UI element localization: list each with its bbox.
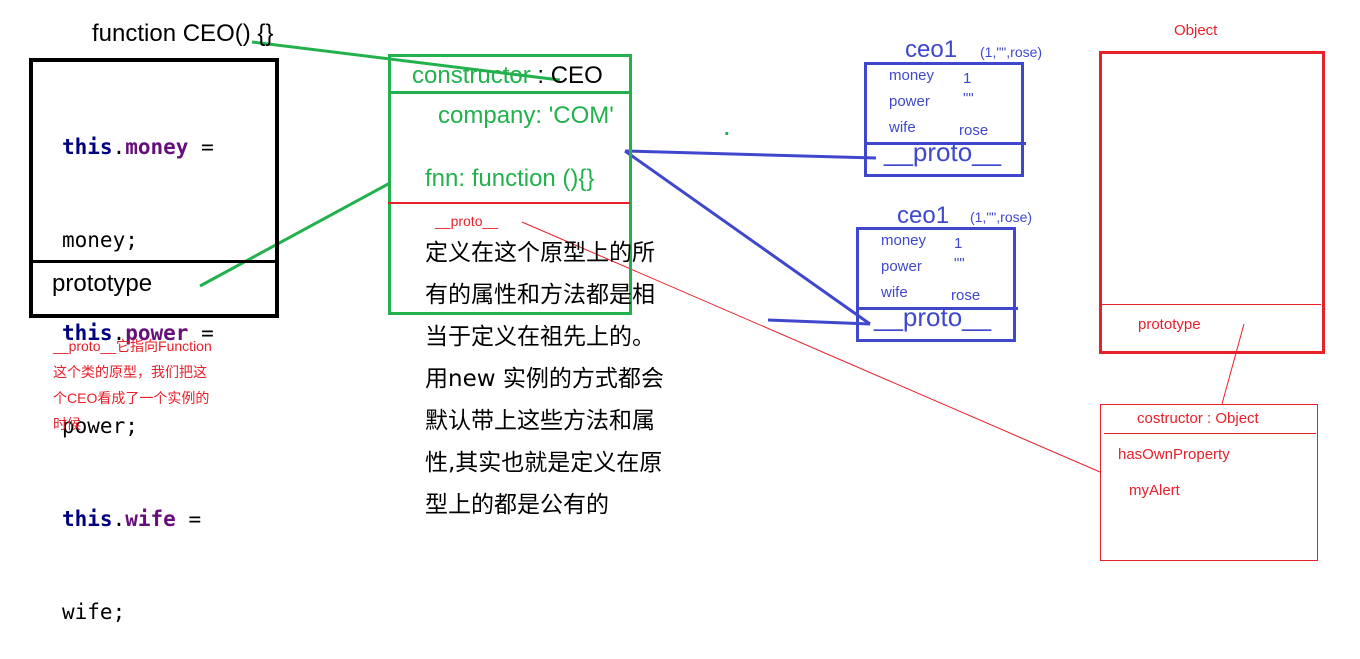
instance2-extra-line — [767, 318, 871, 326]
object-divider — [1101, 304, 1321, 305]
instance1-name: ceo1 — [905, 36, 958, 63]
instance1-wife-key: wife — [889, 119, 916, 136]
instance2-wife-key: wife — [881, 284, 908, 301]
object-method-myalert: myAlert — [1129, 482, 1180, 499]
instance1-proto-line — [624, 149, 877, 160]
code-line: this.money = — [62, 135, 214, 159]
code-line: wife; — [62, 600, 126, 624]
object-prototype-label: prototype — [1138, 316, 1201, 333]
instance1-money-key: money — [889, 67, 935, 84]
instance2-args: (1,"",rose) — [970, 209, 1033, 225]
ceo-prototype-red-divider — [388, 202, 630, 204]
object-prototype-constructor: costructor : Object — [1137, 410, 1259, 427]
code-line: this.wife = — [62, 507, 202, 531]
ceo-function-title: function CEO() {} — [92, 20, 274, 47]
ceo-prototype-company: company: 'COM' — [438, 102, 614, 129]
ceo-prototype-label: prototype — [52, 270, 153, 297]
instance1-args: (1,"",rose) — [980, 44, 1043, 60]
instance2-money-key: money — [881, 232, 927, 249]
ceo-prototype-fnn: fnn: function (){} — [425, 165, 595, 192]
ceo-function-divider — [31, 260, 275, 263]
instance2-money-value: 1 — [954, 235, 963, 252]
instance2-name: ceo1 — [897, 202, 950, 229]
ceo-prototype-divider — [388, 91, 632, 94]
object-box — [1099, 51, 1325, 354]
instance1-power-value: "" — [963, 90, 974, 107]
instance1-money-value: 1 — [963, 70, 972, 87]
instance2-proto-label: __proto__ — [874, 302, 992, 332]
code-line: money; — [62, 228, 138, 252]
object-method-hasownproperty: hasOwnProperty — [1118, 446, 1230, 463]
prototype-description: 定义在这个原型上的所有的属性和方法都是相当于定义在祖先上的。用new 实例的方式… — [425, 240, 664, 518]
instance1-power-key: power — [889, 93, 930, 110]
stray-dot: . — [724, 118, 730, 140]
instance2-power-key: power — [881, 258, 922, 275]
object-title: Object — [1174, 22, 1218, 39]
object-prototype-divider — [1104, 433, 1316, 434]
ceo-prototype-proto-label: __proto__ — [435, 213, 499, 229]
proto-note: __proto__它指向Function这个类的原型，我们把这个CEO看成了一个… — [53, 338, 212, 432]
instance1-proto-label: __proto__ — [884, 137, 1002, 167]
instance2-power-value: "" — [954, 255, 965, 272]
ceo-prototype-constructor: constructor : CEO — [412, 62, 603, 89]
